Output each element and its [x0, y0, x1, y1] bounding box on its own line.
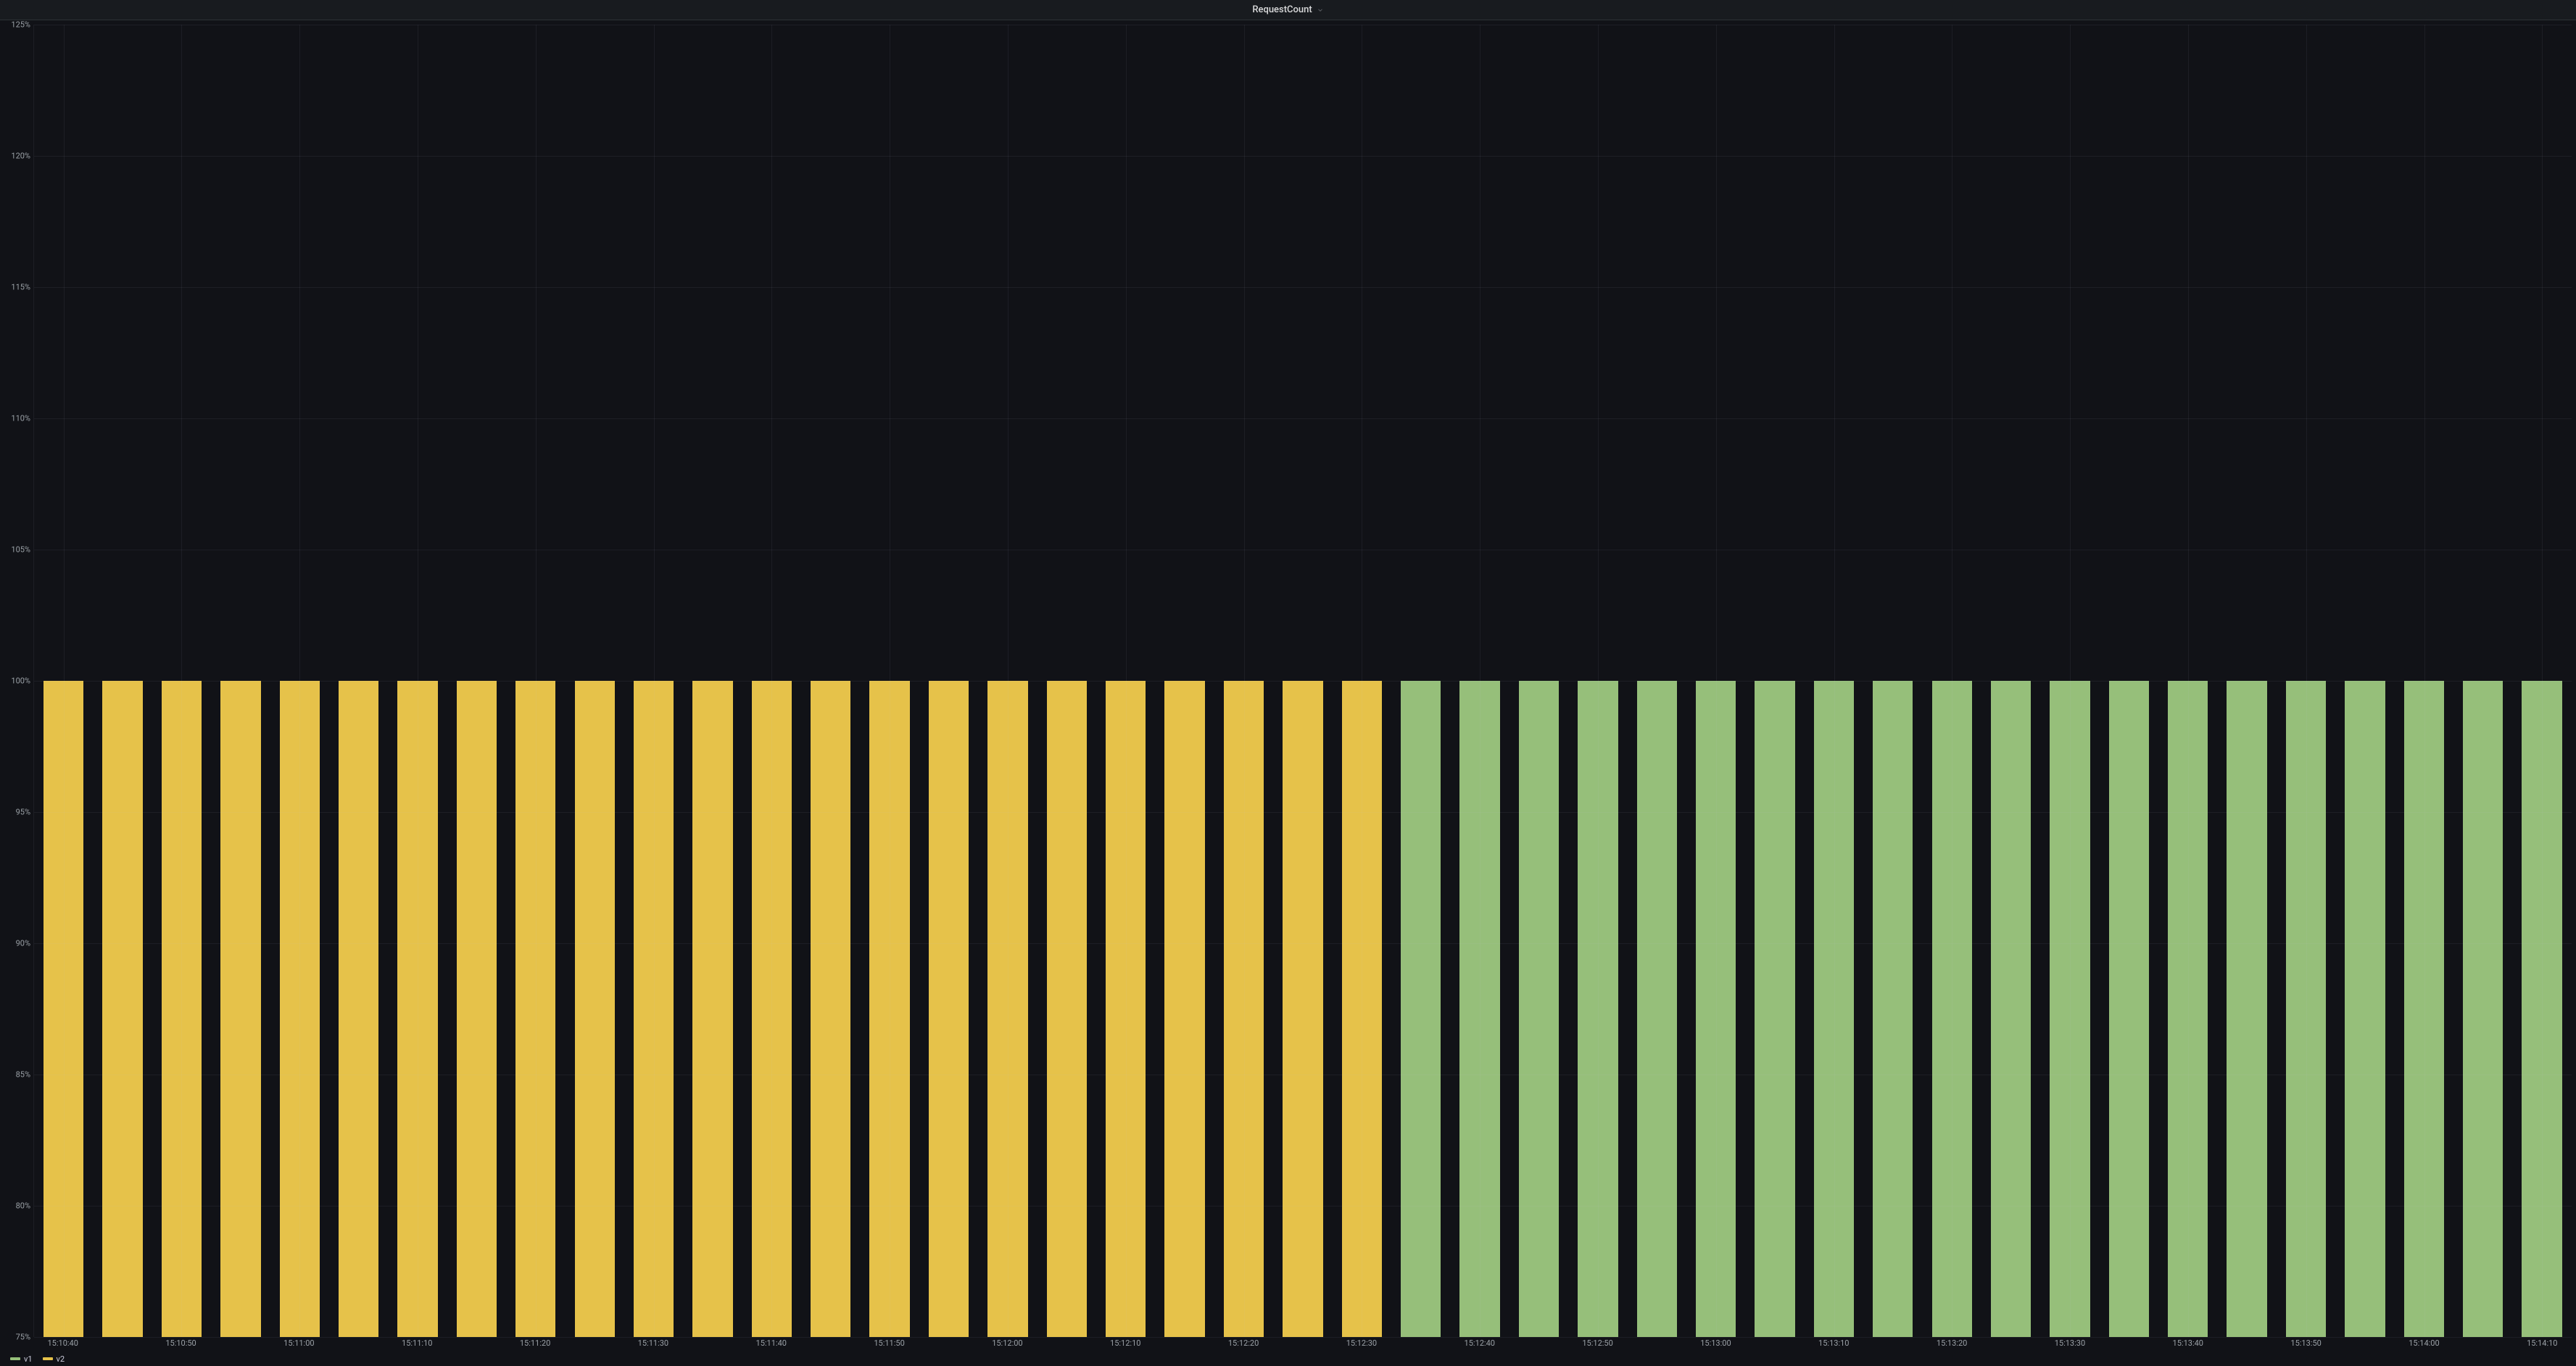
- x-tick-label: 15:11:20: [520, 1338, 550, 1348]
- legend-swatch: [10, 1357, 20, 1360]
- grid-line-h: [34, 943, 2572, 944]
- y-tick-label: 125%: [11, 20, 30, 30]
- grid-line-v: [64, 25, 65, 1337]
- chevron-down-icon: [1317, 7, 1324, 14]
- legend-label: v1: [24, 1354, 33, 1364]
- grid-line-v: [1834, 25, 1835, 1337]
- x-tick-label: 15:12:50: [1582, 1338, 1612, 1348]
- y-tick-label: 110%: [11, 414, 30, 423]
- y-tick-label: 100%: [11, 676, 30, 686]
- grid-line-v: [2188, 25, 2189, 1337]
- bar-v2[interactable]: [811, 681, 850, 1337]
- bar-v2[interactable]: [692, 681, 732, 1337]
- bar-v1[interactable]: [2345, 681, 2385, 1337]
- x-tick-label: 15:12:00: [992, 1338, 1022, 1348]
- bar-v2[interactable]: [339, 681, 378, 1337]
- bar-v1[interactable]: [1519, 681, 1559, 1337]
- x-tick-label: 15:14:00: [2409, 1338, 2439, 1348]
- grid-line-v: [1598, 25, 1599, 1337]
- bar-v2[interactable]: [1283, 681, 1322, 1337]
- y-tick-label: 85%: [16, 1070, 30, 1080]
- grid-line-v: [1716, 25, 1717, 1337]
- grid-line-v: [181, 25, 182, 1337]
- grid-line-h: [34, 812, 2572, 813]
- bar-v1[interactable]: [1401, 681, 1441, 1337]
- chart-area: 75%80%85%90%95%100%105%110%115%120%125% …: [0, 20, 2576, 1366]
- bar-v2[interactable]: [102, 681, 142, 1337]
- grid-line-h: [34, 156, 2572, 157]
- grid-line-h: [34, 287, 2572, 288]
- grid-line-v: [536, 25, 537, 1337]
- x-axis: 15:10:40 15:10:50 15:11:00 15:11:10 15:11:20…: [33, 1337, 2572, 1351]
- grid-line-v: [2424, 25, 2425, 1337]
- y-axis: 75%80%85%90%95%100%105%110%115%120%125%: [4, 25, 33, 1337]
- y-tick-label: 120%: [11, 152, 30, 161]
- legend-swatch: [43, 1357, 53, 1360]
- x-tick-label: 15:11:50: [874, 1338, 904, 1348]
- legend: v1 v2: [4, 1351, 2572, 1366]
- x-tick-label: 15:12:10: [1110, 1338, 1140, 1348]
- bar-v1[interactable]: [2109, 681, 2149, 1337]
- x-tick-label: 15:12:30: [1346, 1338, 1377, 1348]
- bar-v2[interactable]: [457, 681, 497, 1337]
- bar-v1[interactable]: [1991, 681, 2031, 1337]
- x-tick-label: 15:12:40: [1465, 1338, 1495, 1348]
- y-tick-label: 95%: [16, 808, 30, 817]
- chart-panel: RequestCount 75% 80% 85% 90% 95% 100% 105% 110%…: [0, 0, 2576, 1366]
- y-tick-label: 105%: [11, 545, 30, 555]
- grid-line-v: [2306, 25, 2307, 1337]
- x-tick-label: 15:10:40: [47, 1338, 78, 1348]
- y-tick-label: 90%: [16, 939, 30, 948]
- bar-v2[interactable]: [929, 681, 969, 1337]
- grid-line-v: [2070, 25, 2071, 1337]
- bar-v2[interactable]: [1047, 681, 1087, 1337]
- bar-v1[interactable]: [2463, 681, 2503, 1337]
- y-tick-label: 75%: [16, 1333, 30, 1342]
- grid-line-v: [654, 25, 655, 1337]
- grid-line-v: [1008, 25, 1009, 1337]
- bar-v2[interactable]: [575, 681, 615, 1337]
- x-tick-label: 15:11:40: [756, 1338, 787, 1348]
- legend-item-v1[interactable]: v1: [10, 1354, 33, 1364]
- bar-v1[interactable]: [1755, 681, 1794, 1337]
- x-tick-label: 15:11:30: [638, 1338, 668, 1348]
- bar-v1[interactable]: [1873, 681, 1913, 1337]
- plot: 75%80%85%90%95%100%105%110%115%120%125%: [4, 25, 2572, 1337]
- grid-line-v: [1126, 25, 1127, 1337]
- x-tick-label: 15:13:30: [2055, 1338, 2085, 1348]
- bar-v1[interactable]: [2227, 681, 2266, 1337]
- x-tick-label: 15:13:40: [2173, 1338, 2203, 1348]
- x-tick-label: 15:13:00: [1700, 1338, 1731, 1348]
- panel-title: RequestCount: [1252, 4, 1312, 15]
- grid-line-h: [34, 418, 2572, 419]
- y-tick-label: 115%: [11, 283, 30, 292]
- x-tick-label: 15:13:50: [2290, 1338, 2321, 1348]
- x-tick-label: 15:12:20: [1228, 1338, 1259, 1348]
- grid-line-h: [34, 681, 2572, 682]
- x-tick-label: 15:14:10: [2527, 1338, 2557, 1348]
- grid-line-v: [1244, 25, 1245, 1337]
- x-tick-label: 15:13:10: [1818, 1338, 1849, 1348]
- x-tick-label: 15:11:10: [402, 1338, 432, 1348]
- bar-v1[interactable]: [1637, 681, 1677, 1337]
- grid-line-v: [2542, 25, 2543, 1337]
- bar-v2[interactable]: [1164, 681, 1204, 1337]
- x-tick-label: 15:11:00: [283, 1338, 314, 1348]
- grid-line-v: [771, 25, 772, 1337]
- legend-label: v2: [57, 1354, 65, 1364]
- grid-line-v: [299, 25, 300, 1337]
- legend-item-v2[interactable]: v2: [43, 1354, 65, 1364]
- y-tick-label: 80%: [16, 1201, 30, 1211]
- plot-inner[interactable]: [33, 25, 2572, 1337]
- panel-header[interactable]: RequestCount: [0, 0, 2576, 20]
- bar-v2[interactable]: [220, 681, 260, 1337]
- x-tick-label: 15:10:50: [165, 1338, 196, 1348]
- x-tick-label: 15:13:20: [1937, 1338, 1967, 1348]
